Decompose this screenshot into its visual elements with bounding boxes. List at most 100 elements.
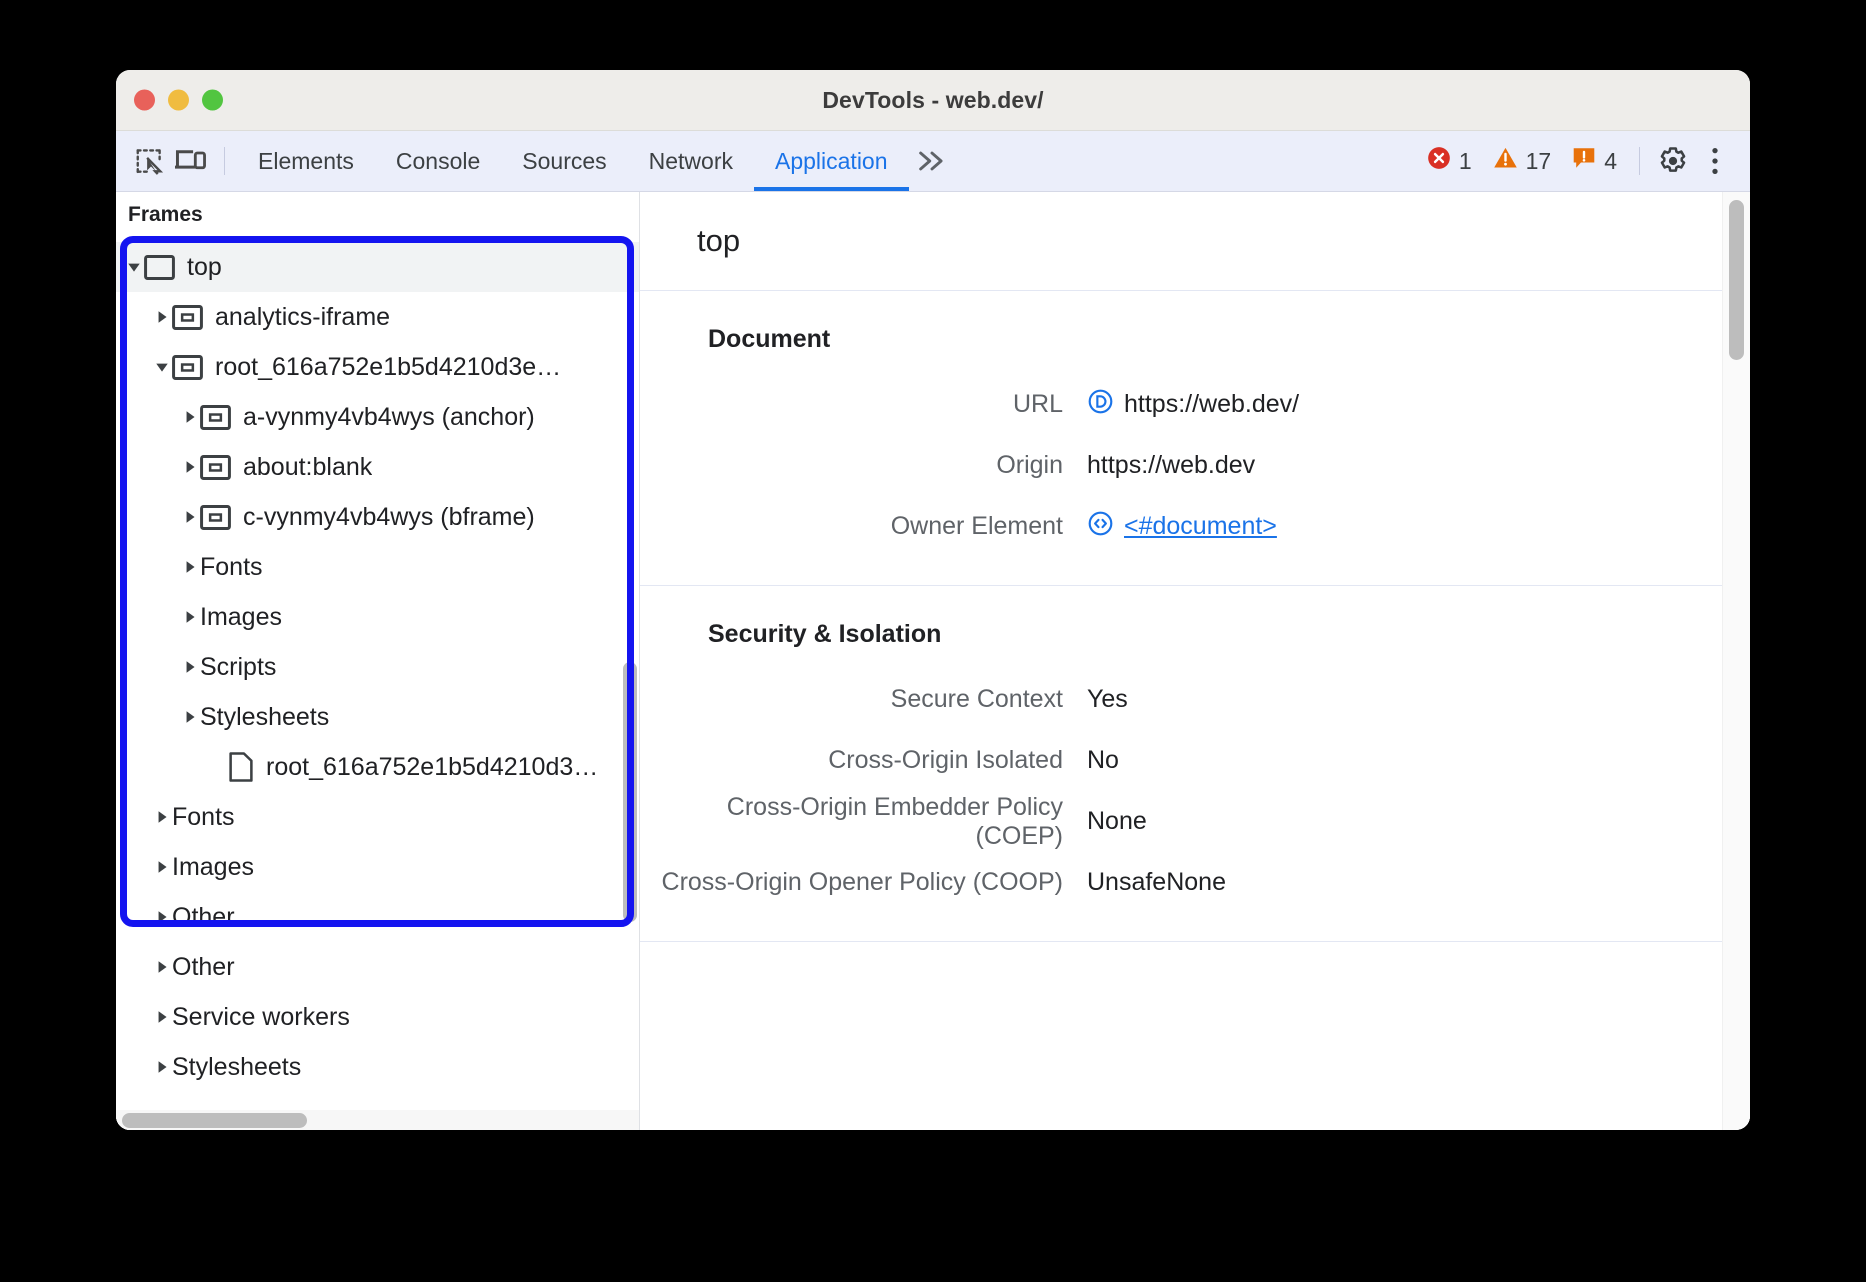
frame-icon — [200, 405, 231, 430]
chevron-down-icon[interactable] — [152, 359, 172, 375]
detail-row: Cross-Origin Opener Policy (COOP)UnsafeN… — [640, 852, 1750, 913]
issue-count-badge[interactable]: 4 — [1561, 145, 1627, 177]
tree-row[interactable]: Fonts — [116, 542, 639, 592]
detail-row-key: Secure Context — [640, 685, 1087, 714]
tree-row[interactable]: top — [116, 242, 639, 292]
detail-row-value: Yes — [1087, 685, 1128, 714]
detail-row-value-cell: UnsafeNone — [1087, 868, 1226, 897]
more-tabs-icon[interactable] — [909, 148, 963, 174]
frame-icon — [172, 355, 203, 380]
chevron-right-icon[interactable] — [152, 1009, 172, 1025]
minimize-window-button[interactable] — [168, 90, 189, 111]
frame-icon — [172, 305, 203, 330]
document-badge-icon — [1087, 388, 1114, 422]
detail-row-link[interactable]: <#document> — [1124, 512, 1277, 541]
chevron-right-icon[interactable] — [180, 709, 200, 725]
top-frame-icon — [144, 255, 175, 280]
tree-row[interactable]: Service workers — [116, 992, 639, 1042]
tree-row[interactable]: c-vynmy4vb4wys (bframe) — [116, 492, 639, 542]
window-title: DevTools - web.dev/ — [116, 87, 1750, 114]
tree-row[interactable]: Other — [116, 892, 639, 942]
tree-row[interactable]: about:blank — [116, 442, 639, 492]
chevron-right-icon[interactable] — [152, 809, 172, 825]
tab-network[interactable]: Network — [628, 131, 754, 191]
tree-row-label: Scripts — [200, 653, 276, 682]
tree-row[interactable]: analytics-iframe — [116, 292, 639, 342]
kebab-menu-icon[interactable] — [1694, 140, 1736, 182]
tree-row[interactable]: Stylesheets — [116, 1042, 639, 1092]
tab-elements[interactable]: Elements — [237, 131, 375, 191]
chevron-right-icon[interactable] — [180, 609, 200, 625]
tree-row[interactable]: Other — [116, 942, 639, 992]
tab-application-label: Application — [775, 148, 888, 175]
detail-row-value-cell: https://web.dev — [1087, 451, 1255, 480]
tree-row-label: Images — [172, 853, 254, 882]
detail-row: Secure ContextYes — [640, 669, 1750, 730]
tree-row-label: c-vynmy4vb4wys (bframe) — [243, 503, 535, 532]
tree-row-label: analytics-iframe — [215, 303, 390, 332]
error-count-badge[interactable]: 1 — [1416, 145, 1482, 177]
tree-row[interactable]: Stylesheets — [116, 692, 639, 742]
panel-tabs: Elements Console Sources Network Applica… — [237, 131, 909, 191]
device-toolbar-icon[interactable] — [170, 140, 212, 182]
tree-row-label: Stylesheets — [172, 1053, 301, 1082]
tree-row-label: Fonts — [172, 803, 235, 832]
detail-row: URLhttps://web.dev/ — [640, 374, 1750, 435]
tree-row[interactable]: root_616a752e1b5d4210d3e… — [116, 342, 639, 392]
detail-row-value: UnsafeNone — [1087, 868, 1226, 897]
tree-row-label: a-vynmy4vb4wys (anchor) — [243, 403, 535, 432]
inspect-element-icon[interactable] — [128, 140, 170, 182]
chevron-right-icon[interactable] — [180, 459, 200, 475]
frame-icon — [200, 505, 231, 530]
tree-row-label: Other — [172, 903, 235, 932]
maximize-window-button[interactable] — [202, 90, 223, 111]
gear-icon[interactable] — [1652, 140, 1694, 182]
sidebar-horizontal-scrollbar-track[interactable] — [116, 1110, 639, 1130]
tree-row[interactable]: a-vynmy4vb4wys (anchor) — [116, 392, 639, 442]
tab-application[interactable]: Application — [754, 131, 909, 191]
tree-row[interactable]: Fonts — [116, 792, 639, 842]
detail-row-value-cell: https://web.dev/ — [1087, 388, 1299, 422]
tree-row[interactable]: Images — [116, 842, 639, 892]
tree-row-label: Service workers — [172, 1003, 350, 1032]
detail-row-key: Origin — [640, 451, 1087, 480]
toolbar-status-area: 1 17 — [1416, 140, 1750, 182]
detail-section-title: Document — [640, 325, 1750, 354]
detail-scrollbar-thumb[interactable] — [1729, 200, 1744, 360]
tab-sources-label: Sources — [522, 148, 606, 175]
detail-row-key: Cross-Origin Embedder Policy (COEP) — [640, 793, 1087, 851]
chevron-right-icon[interactable] — [152, 309, 172, 325]
tab-console-label: Console — [396, 148, 480, 175]
sidebar-horizontal-scrollbar-thumb[interactable] — [122, 1113, 307, 1128]
chevron-right-icon[interactable] — [180, 409, 200, 425]
detail-row-key: Cross-Origin Opener Policy (COOP) — [640, 868, 1087, 897]
tab-console[interactable]: Console — [375, 131, 501, 191]
tree-row[interactable]: Images — [116, 592, 639, 642]
detail-row-value: https://web.dev/ — [1124, 390, 1299, 419]
tree-row-label: root_616a752e1b5d4210d3… — [266, 753, 598, 782]
detail-panel-title: top — [640, 192, 1750, 291]
warning-count-badge[interactable]: 17 — [1482, 145, 1562, 177]
tree-row[interactable]: Scripts — [116, 642, 639, 692]
sidebar-vertical-scrollbar[interactable] — [623, 662, 637, 922]
chevron-right-icon[interactable] — [180, 509, 200, 525]
chevron-right-icon[interactable] — [152, 1059, 172, 1075]
tab-network-label: Network — [649, 148, 733, 175]
toolbar-divider-2 — [1639, 147, 1640, 175]
chevron-right-icon[interactable] — [180, 559, 200, 575]
screen-root: DevTools - web.dev/ — [0, 0, 1866, 1282]
chevron-right-icon[interactable] — [180, 659, 200, 675]
chevron-right-icon[interactable] — [152, 959, 172, 975]
tree-row-label: Fonts — [200, 553, 263, 582]
devtools-body: Frames topanalytics-iframeroot_616a752e1… — [116, 192, 1750, 1130]
chevron-down-icon[interactable] — [124, 259, 144, 275]
detail-row: Cross-Origin Embedder Policy (COEP)None — [640, 791, 1750, 852]
chevron-right-icon[interactable] — [152, 859, 172, 875]
tree-row[interactable]: root_616a752e1b5d4210d3… — [116, 742, 639, 792]
tab-sources[interactable]: Sources — [501, 131, 627, 191]
close-window-button[interactable] — [134, 90, 155, 111]
frame-icon — [200, 455, 231, 480]
detail-section: DocumentURLhttps://web.dev/Originhttps:/… — [640, 291, 1750, 586]
chevron-right-icon[interactable] — [152, 909, 172, 925]
detail-row-value-cell: None — [1087, 807, 1147, 836]
